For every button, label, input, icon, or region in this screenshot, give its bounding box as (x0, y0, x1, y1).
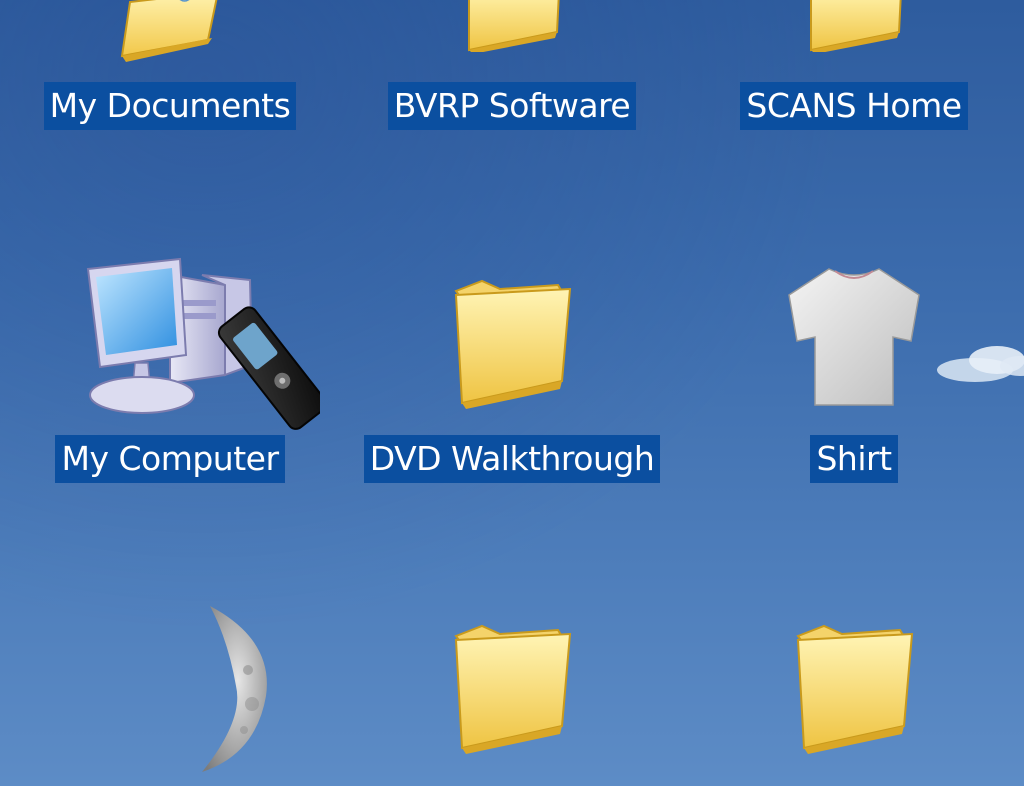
shirt-icon (788, 268, 920, 406)
my-computer-icon (86, 257, 320, 430)
desktop-icon-scans-home[interactable]: SCANS Home (704, 0, 1004, 130)
icon-label-dvd-walkthrough: DVD Walkthrough (363, 435, 661, 483)
folder-icon (810, 0, 902, 52)
moon-icon (202, 606, 267, 772)
folder-icon (468, 0, 560, 52)
my-documents-icon (120, 0, 218, 62)
desktop-icon-folder-2[interactable] (704, 600, 1004, 786)
folder-icon (454, 624, 572, 754)
desktop-icon-my-documents[interactable]: My Documents (20, 0, 320, 130)
desktop: My Documents BVRP Software SCANS Home My… (0, 0, 1024, 786)
desktop-icon-dvd-walkthrough[interactable]: DVD Walkthrough (362, 255, 662, 483)
desktop-icon-shirt[interactable]: Shirt (704, 255, 1004, 483)
folder-icon (796, 624, 914, 754)
folder-icon (454, 279, 572, 409)
icon-label-scans-home: SCANS Home (740, 82, 968, 130)
desktop-icon-moon[interactable] (62, 600, 362, 786)
desktop-icon-folder-1[interactable] (362, 600, 662, 786)
icon-label-my-documents: My Documents (43, 82, 297, 130)
icon-label-shirt: Shirt (810, 435, 898, 483)
desktop-icon-my-computer[interactable]: My Computer (20, 255, 320, 483)
icon-label-bvrp-software: BVRP Software (387, 82, 637, 130)
desktop-icon-bvrp-software[interactable]: BVRP Software (362, 0, 662, 130)
